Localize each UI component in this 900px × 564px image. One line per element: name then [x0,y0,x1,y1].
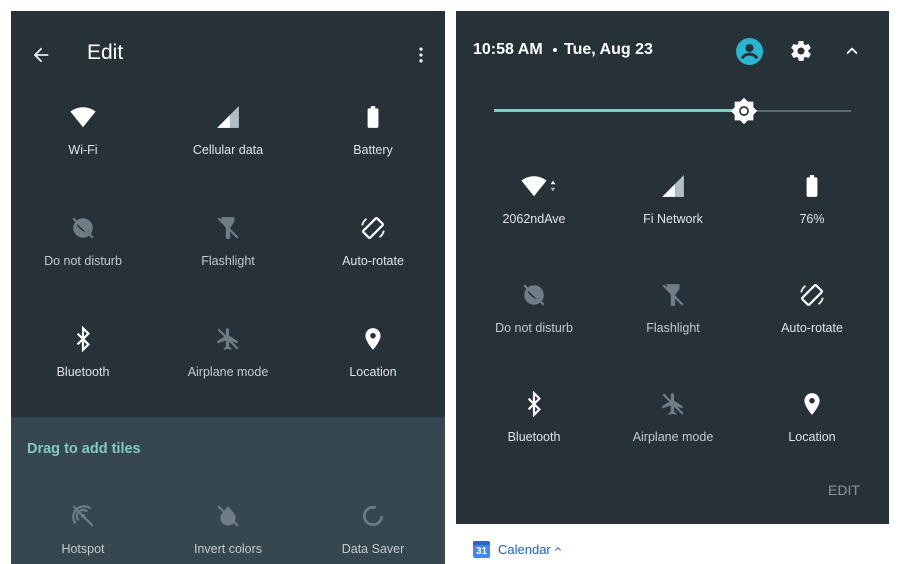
tile-label: Location [788,430,836,444]
do-not-disturb-icon [72,217,94,239]
tile-label: Location [349,365,397,379]
edit-title: Edit [87,41,124,64]
expand-chevron-icon[interactable] [552,543,564,555]
data-saver-icon [363,506,383,526]
tile-label: 2062ndAve [502,212,566,226]
tile-label: Airplane mode [187,365,269,379]
cellular-icon [662,175,684,197]
status-date: Tue, Aug 23 [564,41,653,58]
tile-label: Bluetooth [507,430,561,444]
flashlight-icon [217,217,239,239]
battery-icon [806,175,818,197]
edit-panel: Edit Wi-Fi Cellular data Battery Do not dis… [11,11,445,564]
back-arrow-icon[interactable] [30,44,52,66]
tile-label: Invert colors [193,542,263,556]
invert-colors-icon [217,505,239,527]
brightness-fill [494,109,744,112]
calendar-app-icon: 31 [473,541,490,558]
settings-gear-icon[interactable] [789,39,813,63]
airplane-icon [217,328,239,350]
tile-label: Hotspot [61,542,105,556]
add-tiles-title: Drag to add tiles [27,441,141,457]
tile-label: Auto-rotate [781,321,843,335]
calendar-label[interactable]: Calendar [498,542,551,557]
tile-label: Cellular data [192,143,264,157]
add-tiles-area: Drag to add tiles Hotspot Invert colors Da… [11,417,445,564]
collapse-chevron-icon[interactable] [841,40,863,62]
bluetooth-icon [527,391,541,417]
tile-label: Do not disturb [495,321,573,335]
edit-header: Edit [11,11,445,99]
notification-strip: 31 Calendar [456,530,889,564]
tile-label: 76% [799,212,825,226]
tile-label: Auto-rotate [342,254,404,268]
calendar-day: 31 [475,546,488,557]
battery-icon [367,106,379,128]
edit-button[interactable]: EDIT [828,482,860,498]
airplane-icon [662,393,684,415]
tile-label: Battery [353,143,393,157]
hotspot-icon [72,505,94,527]
tile-label: Airplane mode [632,430,714,444]
wifi-icon [70,107,96,128]
status-time: 10:58 AM [473,41,543,58]
tile-label: Flashlight [201,254,255,268]
tile-label: Fi Network [643,212,703,226]
overflow-menu-icon[interactable] [411,44,431,66]
auto-rotate-icon [361,217,385,239]
flashlight-icon [662,284,684,306]
user-avatar-icon[interactable] [736,38,763,65]
tile-label: Wi-Fi [68,143,98,157]
location-icon [365,328,381,350]
tile-label: Do not disturb [44,254,122,268]
cellular-icon [217,106,239,128]
bluetooth-icon [76,326,90,352]
tile-label: Flashlight [646,321,700,335]
quick-settings-panel: 10:58 AM Tue, Aug 23 2062ndAve Fi Network… [456,11,889,524]
do-not-disturb-icon [523,284,545,306]
tile-label: Bluetooth [56,365,110,379]
wifi-icon [521,176,547,197]
auto-rotate-icon [800,284,824,306]
data-activity-icon [550,180,556,192]
brightness-thumb-icon[interactable] [730,97,758,125]
location-icon [804,393,820,415]
status-separator [553,48,557,52]
tile-label: Data Saver [341,542,405,556]
